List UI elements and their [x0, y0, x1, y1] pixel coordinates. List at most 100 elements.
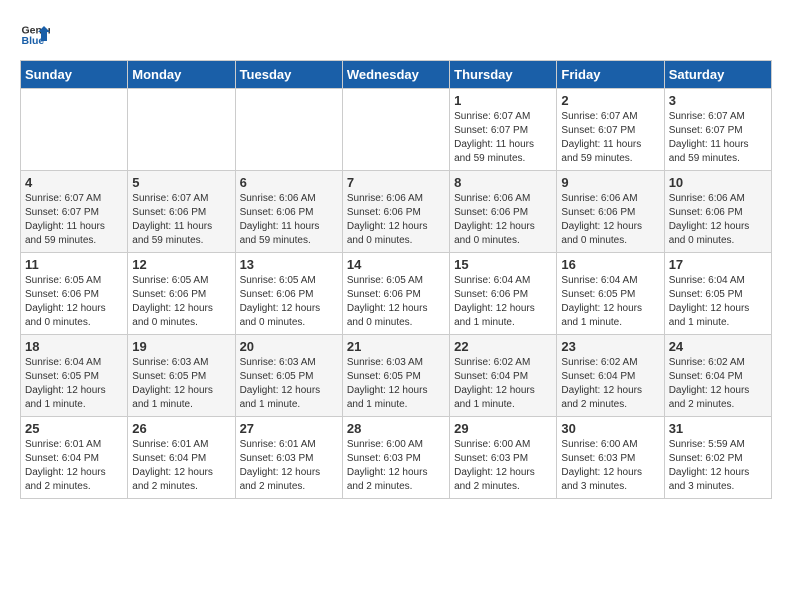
day-number: 22 [454, 339, 552, 354]
day-number: 16 [561, 257, 659, 272]
day-header-wednesday: Wednesday [342, 61, 449, 89]
day-header-saturday: Saturday [664, 61, 771, 89]
calendar-cell: 29 Sunrise: 6:00 AMSunset: 6:03 PMDayligh… [450, 417, 557, 499]
day-number: 28 [347, 421, 445, 436]
page-header: General Blue [20, 20, 772, 50]
calendar-cell: 23 Sunrise: 6:02 AMSunset: 6:04 PMDayligh… [557, 335, 664, 417]
day-number: 8 [454, 175, 552, 190]
day-info: Sunrise: 6:05 AMSunset: 6:06 PMDaylight:… [25, 274, 123, 330]
day-info: Sunrise: 6:00 AMSunset: 6:03 PMDaylight:… [347, 438, 445, 494]
calendar-cell: 27 Sunrise: 6:01 AMSunset: 6:03 PMDayligh… [235, 417, 342, 499]
day-info: Sunrise: 6:06 AMSunset: 6:06 PMDaylight:… [347, 192, 445, 248]
calendar-cell: 18 Sunrise: 6:04 AMSunset: 6:05 PMDayligh… [21, 335, 128, 417]
day-number: 21 [347, 339, 445, 354]
day-info: Sunrise: 5:59 AMSunset: 6:02 PMDaylight:… [669, 438, 767, 494]
day-info: Sunrise: 6:07 AMSunset: 6:07 PMDaylight:… [25, 192, 123, 248]
day-number: 7 [347, 175, 445, 190]
day-info: Sunrise: 6:05 AMSunset: 6:06 PMDaylight:… [132, 274, 230, 330]
day-number: 6 [240, 175, 338, 190]
day-info: Sunrise: 6:06 AMSunset: 6:06 PMDaylight:… [240, 192, 338, 248]
calendar-cell: 2 Sunrise: 6:07 AMSunset: 6:07 PMDaylight… [557, 89, 664, 171]
day-number: 3 [669, 93, 767, 108]
day-info: Sunrise: 6:02 AMSunset: 6:04 PMDaylight:… [454, 356, 552, 412]
day-header-sunday: Sunday [21, 61, 128, 89]
calendar-week-3: 11Sunrise: 6:05 AMSunset: 6:06 PMDayligh… [21, 253, 772, 335]
day-info: Sunrise: 6:04 AMSunset: 6:05 PMDaylight:… [25, 356, 123, 412]
calendar-body: 1Sunrise: 6:07 AMSunset: 6:07 PMDaylight… [21, 89, 772, 499]
day-number: 17 [669, 257, 767, 272]
day-number: 24 [669, 339, 767, 354]
calendar-week-5: 25 Sunrise: 6:01 AMSunset: 6:04 PMDayligh… [21, 417, 772, 499]
day-number: 5 [132, 175, 230, 190]
day-info: Sunrise: 6:04 AMSunset: 6:05 PMDaylight:… [561, 274, 659, 330]
day-number: 14 [347, 257, 445, 272]
calendar-cell: 6 Sunrise: 6:06 AMSunset: 6:06 PMDaylight… [235, 171, 342, 253]
day-info: Sunrise: 6:07 AMSunset: 6:07 PMDaylight:… [561, 110, 659, 166]
day-number: 30 [561, 421, 659, 436]
day-number: 15 [454, 257, 552, 272]
day-info: Sunrise: 6:03 AMSunset: 6:05 PMDaylight:… [132, 356, 230, 412]
day-number: 27 [240, 421, 338, 436]
day-header-tuesday: Tuesday [235, 61, 342, 89]
day-info: Sunrise: 6:01 AMSunset: 6:03 PMDaylight:… [240, 438, 338, 494]
day-info: Sunrise: 6:00 AMSunset: 6:03 PMDaylight:… [454, 438, 552, 494]
calendar-cell: 7 Sunrise: 6:06 AMSunset: 6:06 PMDaylight… [342, 171, 449, 253]
day-info: Sunrise: 6:04 AMSunset: 6:06 PMDaylight:… [454, 274, 552, 330]
day-number: 9 [561, 175, 659, 190]
calendar-cell: 30 Sunrise: 6:00 AMSunset: 6:03 PMDayligh… [557, 417, 664, 499]
svg-text:Blue: Blue [22, 35, 45, 47]
day-number: 23 [561, 339, 659, 354]
day-info: Sunrise: 6:04 AMSunset: 6:05 PMDaylight:… [669, 274, 767, 330]
calendar-table: SundayMondayTuesdayWednesdayThursdayFrid… [20, 60, 772, 499]
calendar-week-4: 18 Sunrise: 6:04 AMSunset: 6:05 PMDayligh… [21, 335, 772, 417]
day-info: Sunrise: 6:05 AMSunset: 6:06 PMDaylight:… [240, 274, 338, 330]
calendar-cell: 21 Sunrise: 6:03 AMSunset: 6:05 PMDayligh… [342, 335, 449, 417]
calendar-cell: 20 Sunrise: 6:03 AMSunset: 6:05 PMDayligh… [235, 335, 342, 417]
day-number: 19 [132, 339, 230, 354]
day-header-friday: Friday [557, 61, 664, 89]
day-number: 10 [669, 175, 767, 190]
calendar-cell: 16 Sunrise: 6:04 AMSunset: 6:05 PMDayligh… [557, 253, 664, 335]
calendar-cell [21, 89, 128, 171]
day-header-thursday: Thursday [450, 61, 557, 89]
calendar-cell: 3 Sunrise: 6:07 AMSunset: 6:07 PMDaylight… [664, 89, 771, 171]
calendar-cell [128, 89, 235, 171]
day-info: Sunrise: 6:01 AMSunset: 6:04 PMDaylight:… [132, 438, 230, 494]
day-info: Sunrise: 6:03 AMSunset: 6:05 PMDaylight:… [240, 356, 338, 412]
calendar-cell [235, 89, 342, 171]
day-number: 13 [240, 257, 338, 272]
calendar-cell: 5Sunrise: 6:07 AMSunset: 6:06 PMDaylight… [128, 171, 235, 253]
day-info: Sunrise: 6:05 AMSunset: 6:06 PMDaylight:… [347, 274, 445, 330]
day-number: 31 [669, 421, 767, 436]
day-info: Sunrise: 6:06 AMSunset: 6:06 PMDaylight:… [669, 192, 767, 248]
day-number: 12 [132, 257, 230, 272]
day-header-monday: Monday [128, 61, 235, 89]
day-info: Sunrise: 6:07 AMSunset: 6:07 PMDaylight:… [454, 110, 552, 166]
calendar-cell: 12 Sunrise: 6:05 AMSunset: 6:06 PMDayligh… [128, 253, 235, 335]
calendar-cell: 24Sunrise: 6:02 AMSunset: 6:04 PMDayligh… [664, 335, 771, 417]
day-number: 25 [25, 421, 123, 436]
calendar-cell: 19 Sunrise: 6:03 AMSunset: 6:05 PMDayligh… [128, 335, 235, 417]
calendar-cell: 10 Sunrise: 6:06 AMSunset: 6:06 PMDayligh… [664, 171, 771, 253]
calendar-cell: 9Sunrise: 6:06 AMSunset: 6:06 PMDaylight… [557, 171, 664, 253]
day-info: Sunrise: 6:00 AMSunset: 6:03 PMDaylight:… [561, 438, 659, 494]
calendar-cell: 26Sunrise: 6:01 AMSunset: 6:04 PMDayligh… [128, 417, 235, 499]
day-number: 2 [561, 93, 659, 108]
day-info: Sunrise: 6:07 AMSunset: 6:07 PMDaylight:… [669, 110, 767, 166]
day-info: Sunrise: 6:01 AMSunset: 6:04 PMDaylight:… [25, 438, 123, 494]
calendar-cell: 25 Sunrise: 6:01 AMSunset: 6:04 PMDayligh… [21, 417, 128, 499]
calendar-cell: 15 Sunrise: 6:04 AMSunset: 6:06 PMDayligh… [450, 253, 557, 335]
calendar-header-row: SundayMondayTuesdayWednesdayThursdayFrid… [21, 61, 772, 89]
calendar-week-2: 4 Sunrise: 6:07 AMSunset: 6:07 PMDaylight… [21, 171, 772, 253]
day-info: Sunrise: 6:06 AMSunset: 6:06 PMDaylight:… [454, 192, 552, 248]
day-info: Sunrise: 6:02 AMSunset: 6:04 PMDaylight:… [561, 356, 659, 412]
day-number: 29 [454, 421, 552, 436]
day-number: 4 [25, 175, 123, 190]
day-number: 20 [240, 339, 338, 354]
calendar-cell: 14 Sunrise: 6:05 AMSunset: 6:06 PMDayligh… [342, 253, 449, 335]
day-number: 18 [25, 339, 123, 354]
calendar-cell: 31 Sunrise: 5:59 AMSunset: 6:02 PMDayligh… [664, 417, 771, 499]
day-info: Sunrise: 6:03 AMSunset: 6:05 PMDaylight:… [347, 356, 445, 412]
logo: General Blue [20, 20, 50, 50]
calendar-cell: 22 Sunrise: 6:02 AMSunset: 6:04 PMDayligh… [450, 335, 557, 417]
